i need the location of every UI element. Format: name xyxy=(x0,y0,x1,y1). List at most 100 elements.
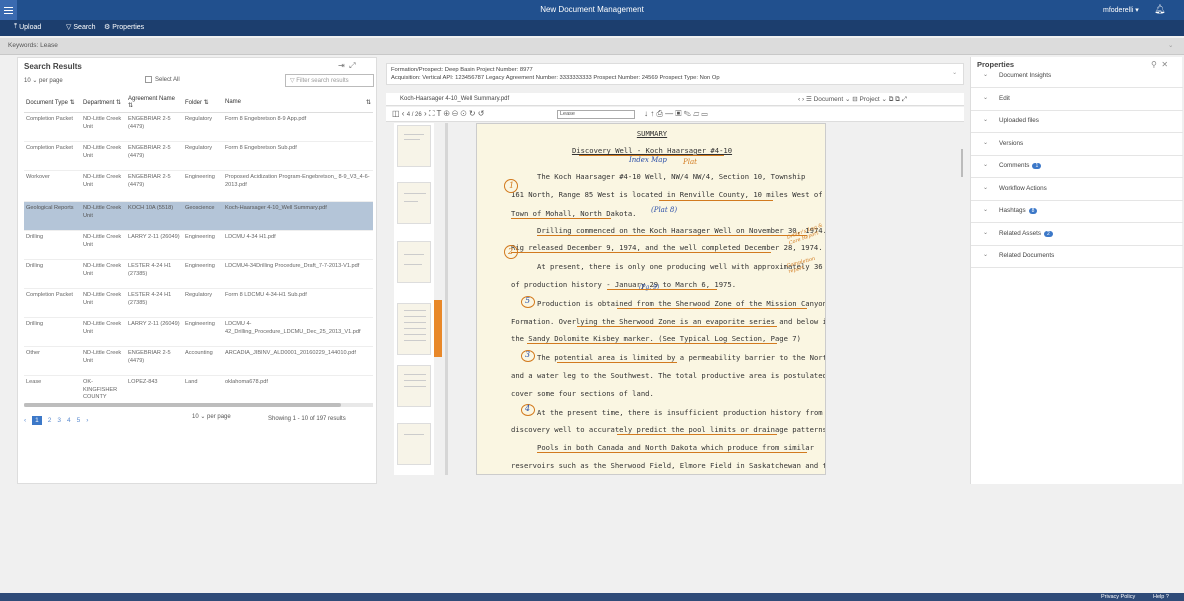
sidebar-toggle-icon[interactable]: ◫ xyxy=(392,109,400,118)
accordion-label: Related Assets 2 xyxy=(999,230,1053,237)
page-thumbnail[interactable] xyxy=(397,182,431,224)
arrow-down-icon[interactable]: ↓ xyxy=(644,109,648,118)
page-thumbnail[interactable] xyxy=(397,125,431,167)
table-cell: ENGEBRIAR 2-5 (4479) xyxy=(126,170,183,202)
pdf-toolbar: ◫ ‹ 4 / 26 › ⛶ T ⊕ ⊖ ⊙ ↻ ↺ Lease ↓ ↑ ⎙ —… xyxy=(386,107,964,122)
page-link[interactable]: 1 xyxy=(32,416,42,425)
fit-icon[interactable]: ⛶ xyxy=(429,109,435,118)
accordion-label: Workflow Actions xyxy=(999,184,1047,192)
column-header[interactable]: Name ⇅ xyxy=(223,93,373,113)
highlight-icon[interactable]: ▣ xyxy=(675,109,681,118)
accordion-item[interactable]: ⌄ Related Documents xyxy=(971,245,1183,268)
page-thumbnail-selected[interactable] xyxy=(397,303,431,355)
properties-button[interactable]: ⚙ Properties xyxy=(104,23,144,32)
table-row[interactable]: Lease OK-KINGFISHER COUNTY LOPEZ-843 Land ok… xyxy=(24,375,373,406)
accordion-item[interactable]: ⌄ Document Insights xyxy=(971,65,1183,88)
note-icon[interactable]: ▭ xyxy=(702,109,708,118)
text-tool-icon[interactable]: T xyxy=(437,109,442,118)
table-cell: Completion Packet xyxy=(24,288,81,318)
table-cell: ND-Little Creek Unit xyxy=(81,230,126,260)
thumbnail-strip[interactable] xyxy=(394,123,448,475)
filter-search-input[interactable]: ▽ Filter search results xyxy=(285,74,374,87)
privacy-policy-link[interactable]: Privacy Policy xyxy=(1101,594,1135,600)
upload-button[interactable]: ⤒ Upload xyxy=(14,23,41,31)
page-thumbnail[interactable] xyxy=(397,365,431,407)
search-results-panel: Search Results ⇥ ⤢ 10 ⌄ per page Select … xyxy=(17,57,377,484)
collapse-chevron-icon[interactable]: ⌄ xyxy=(1168,41,1173,49)
table-row[interactable]: Completion Packet ND-Little Creek Unit LES… xyxy=(24,288,373,318)
table-cell: Drilling xyxy=(24,317,81,347)
viewer-navigation[interactable]: ‹ › ☰ Document ⌄ ⊟ Project ⌄ ⧉ ⧉ ⤢ xyxy=(798,95,907,104)
thumbnail-scrollbar[interactable] xyxy=(445,123,448,475)
prev-page-icon[interactable]: ‹ xyxy=(24,417,26,424)
next-page-icon[interactable]: › xyxy=(86,417,88,424)
accordion-item[interactable]: ⌄ Edit xyxy=(971,88,1183,111)
results-table: Document Type ⇅ Department ⇅ Agreement N… xyxy=(24,93,373,406)
page-link[interactable]: 5 xyxy=(77,417,81,424)
page-indicator[interactable]: 4 / 26 xyxy=(407,112,422,118)
accordion-item[interactable]: ⌄ Uploaded files xyxy=(971,110,1183,133)
upload-icon: ⤒ xyxy=(14,23,18,30)
page-link[interactable]: 2 xyxy=(48,417,52,424)
table-cell: ARCADIA_JIBINV_ALD0001_20160229_144010.p… xyxy=(223,346,373,376)
accordion-item[interactable]: ⌄ Related Assets 2 xyxy=(971,223,1183,246)
chevron-down-icon[interactable]: ⌄ xyxy=(952,69,957,77)
export-icon[interactable]: ⇥ xyxy=(338,61,345,70)
user-menu[interactable]: mfoderelli ▾ xyxy=(1103,6,1139,14)
accordion-label: Comments 1 xyxy=(999,162,1042,169)
search-button[interactable]: ▽ Search xyxy=(66,23,96,32)
table-cell: Completion Packet xyxy=(24,112,81,142)
shape-icon[interactable]: ▱ xyxy=(693,109,699,118)
column-header[interactable]: Folder ⇅ xyxy=(183,93,223,113)
accordion-item[interactable]: ⌄ Workflow Actions xyxy=(971,178,1183,201)
rotate-back-icon[interactable]: ↺ xyxy=(478,109,485,118)
pdf-search-input[interactable]: Lease xyxy=(557,110,635,119)
doc-line: Town of Mohall, North Dakota. xyxy=(511,209,637,218)
properties-panel: Properties ⚲ ✕ ⌄ Document Insights ⌄ Edit ⌄ U… xyxy=(970,57,1183,484)
top-bar: New Document Management mfoderelli ▾ 🔔︎ xyxy=(0,0,1184,20)
doc-heading: SUMMARY xyxy=(636,129,668,138)
zoom-in-icon[interactable]: ⊕ xyxy=(444,109,450,118)
page-thumbnail[interactable] xyxy=(397,241,431,283)
keywords-label: Keywords: Lease xyxy=(8,42,58,49)
pen-icon[interactable]: ✎ xyxy=(684,109,691,118)
prev-page-icon[interactable]: ‹ xyxy=(402,109,405,118)
column-header[interactable]: Document Type ⇅ xyxy=(24,93,81,113)
print-icon[interactable]: ⎙ xyxy=(656,109,662,118)
expand-icon[interactable]: ⤢ xyxy=(349,61,355,70)
page-link[interactable]: 4 xyxy=(67,417,71,424)
horizontal-scrollbar[interactable] xyxy=(24,403,373,407)
table-row[interactable]: Drilling ND-Little Creek Unit LARRY 2-11 (… xyxy=(24,317,373,347)
help-link[interactable]: Help ? xyxy=(1153,594,1169,600)
column-header[interactable]: Department ⇅ xyxy=(81,93,126,113)
table-cell: LESTER 4-24 H1 (27385) xyxy=(126,259,183,289)
viewer-scrollbar[interactable] xyxy=(961,149,963,177)
line-icon[interactable]: — xyxy=(665,109,673,118)
accordion-item[interactable]: ⌄ Versions xyxy=(971,133,1183,156)
accordion-item[interactable]: ⌄ Hashtags 8 xyxy=(971,200,1183,223)
doc-line: the Sandy Dolomite Kisbey marker. (See T… xyxy=(511,334,801,343)
table-row[interactable]: Other ND-Little Creek Unit ENGEBRIAR 2-5 (… xyxy=(24,346,373,376)
next-page-icon[interactable]: › xyxy=(424,109,427,118)
per-page-select[interactable]: 10 ⌄ per page xyxy=(24,77,63,84)
table-cell: ND-Little Creek Unit xyxy=(81,317,126,347)
table-row[interactable]: Drilling ND-Little Creek Unit LARRY 2-11 (… xyxy=(24,230,373,260)
arrow-up-icon[interactable]: ↑ xyxy=(650,109,654,118)
table-row[interactable]: Completion Packet ND-Little Creek Unit ENG… xyxy=(24,112,373,142)
table-row[interactable]: Workover ND-Little Creek Unit ENGEBRIAR 2-… xyxy=(24,170,373,202)
zoom-out-icon[interactable]: ⊖ xyxy=(452,109,458,118)
search-icon[interactable]: ⊙ xyxy=(460,109,466,118)
select-all-checkbox[interactable]: Select All xyxy=(145,76,180,83)
gear-icon: ⚙ xyxy=(104,24,111,31)
accordion-item[interactable]: ⌄ Comments 1 xyxy=(971,155,1183,178)
column-header[interactable]: Agreement Name ⇅ xyxy=(126,93,183,113)
table-row[interactable]: Drilling ND-Little Creek Unit LESTER 4-24 … xyxy=(24,259,373,289)
page-thumbnail[interactable] xyxy=(397,423,431,465)
bell-icon[interactable]: 🔔︎ xyxy=(1154,4,1165,15)
table-row[interactable]: Completion Packet ND-Little Creek Unit ENG… xyxy=(24,141,373,171)
table-row[interactable]: Geological Reports ND-Little Creek Unit KO… xyxy=(24,201,373,231)
page-link[interactable]: 3 xyxy=(57,417,61,424)
keywords-bar: Keywords: Lease ⌄ xyxy=(0,38,1184,55)
per-page-select-bottom[interactable]: 10 ⌄ per page xyxy=(192,413,231,420)
rotate-icon[interactable]: ↻ xyxy=(469,109,476,118)
